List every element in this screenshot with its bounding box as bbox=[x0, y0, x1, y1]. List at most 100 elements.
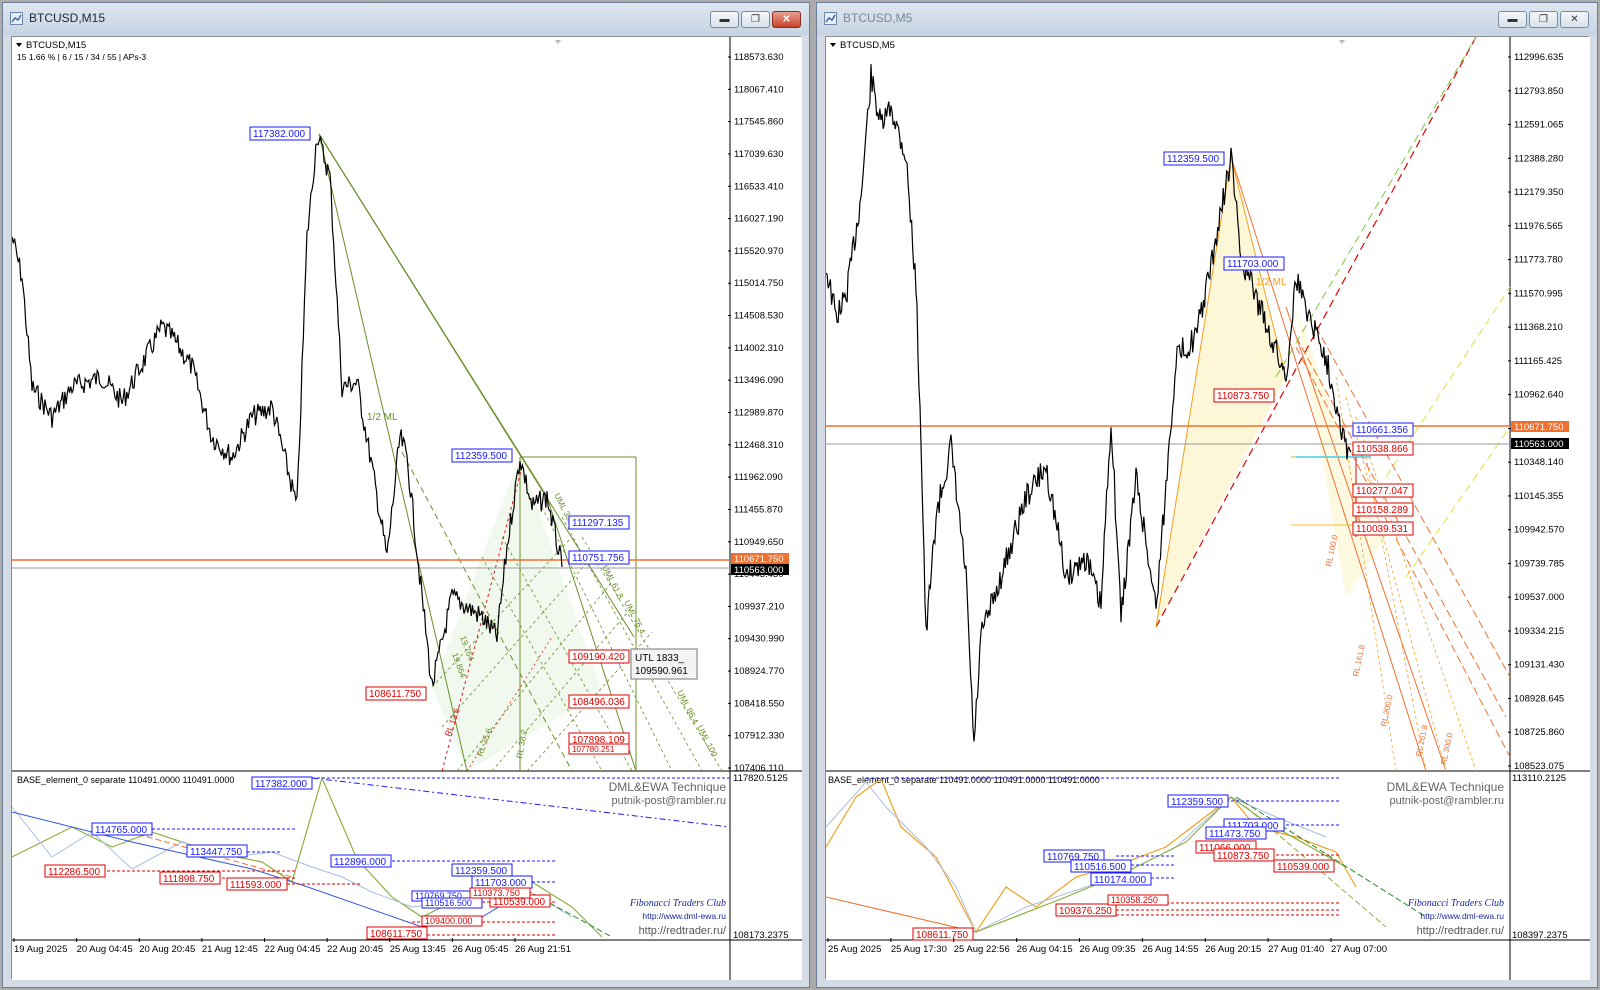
svg-text:109590.961: 109590.961 bbox=[635, 666, 688, 677]
time-axis-label: 22 Aug 20:45 bbox=[327, 944, 383, 955]
svg-text:111593.000: 111593.000 bbox=[230, 880, 282, 891]
price-scale-label: 112996.635 bbox=[1514, 52, 1564, 63]
price-scale-label: 109739.785 bbox=[1514, 558, 1564, 569]
price-scale-label: 110348.140 bbox=[1514, 457, 1564, 468]
svg-text:109190.420: 109190.420 bbox=[572, 652, 625, 663]
chart-area[interactable]: BTCUSD,M5 1/2 ML RL 161.8 RL 200.0 RL 26… bbox=[825, 36, 1590, 980]
price-scale-label: 118067.410 bbox=[734, 84, 784, 95]
restore-icon: ❐ bbox=[1539, 14, 1548, 25]
subwindow-label: BASE_element_0 separate 110491.0000 1104… bbox=[17, 775, 234, 785]
svg-text:108611.750: 108611.750 bbox=[369, 689, 422, 700]
chart-symbol-label: BTCUSD,M15 bbox=[26, 40, 86, 51]
price-scale-label: 112591.065 bbox=[1514, 120, 1564, 131]
svg-text:111473.750: 111473.750 bbox=[1209, 829, 1261, 840]
time-axis-label: 22 Aug 04:45 bbox=[265, 944, 321, 955]
time-axis-label: 27 Aug 01:40 bbox=[1268, 944, 1324, 955]
brand-link-1[interactable]: http://www.dml-ewa.ru bbox=[1420, 911, 1504, 921]
svg-text:110373.750: 110373.750 bbox=[473, 888, 520, 898]
price-scale-label: 114002.310 bbox=[734, 343, 784, 354]
brand-email: putnik-post@rambler.ru bbox=[612, 795, 727, 807]
sub-scale-bottom: 108397.2375 bbox=[1512, 930, 1567, 941]
bid-price-text: 110671.750 bbox=[1514, 422, 1564, 433]
svg-text:112359.500: 112359.500 bbox=[1171, 797, 1224, 808]
sub-scale-bottom: 108173.2375 bbox=[733, 930, 788, 941]
minimize-button[interactable]: ▬ bbox=[710, 11, 739, 28]
price-scale-label: 116027.190 bbox=[734, 214, 784, 225]
brand-link-2[interactable]: http://redtrader.ru/ bbox=[639, 925, 727, 937]
price-scale-label: 116533.410 bbox=[734, 181, 784, 192]
svg-text:110039.531: 110039.531 bbox=[1356, 524, 1409, 535]
svg-text:110539.000: 110539.000 bbox=[493, 897, 546, 908]
close-icon: ✕ bbox=[782, 14, 791, 25]
brand-link-1[interactable]: http://www.dml-ewa.ru bbox=[642, 911, 726, 921]
brand-title: DML&EWA Technique bbox=[1387, 780, 1505, 794]
maximize-button[interactable]: ❐ bbox=[741, 11, 770, 28]
minimize-button[interactable]: ▬ bbox=[1498, 11, 1527, 28]
close-button[interactable]: ✕ bbox=[772, 11, 801, 28]
time-axis-label: 20 Aug 04:45 bbox=[77, 944, 133, 955]
price-scale-label: 109430.990 bbox=[734, 634, 784, 645]
svg-text:111297.135: 111297.135 bbox=[572, 518, 624, 529]
price-scale-label: 115520.970 bbox=[734, 246, 784, 257]
svg-text:110751.756: 110751.756 bbox=[572, 553, 625, 564]
price-scale-label: 111976.565 bbox=[1514, 221, 1563, 232]
brand-club: Fibonacci Traders Club bbox=[1407, 898, 1504, 909]
svg-text:112359.500: 112359.500 bbox=[455, 866, 508, 877]
ask-price-text: 110563.000 bbox=[734, 565, 784, 576]
close-button[interactable]: ✕ bbox=[1560, 11, 1589, 28]
price-scale-label: 111455.870 bbox=[734, 504, 783, 515]
svg-text:112359.500: 112359.500 bbox=[1167, 154, 1220, 165]
svg-text:108611.750: 108611.750 bbox=[916, 930, 969, 941]
price-scale-label: 111165.425 bbox=[1514, 356, 1562, 367]
minimize-icon: ▬ bbox=[719, 14, 730, 25]
price-scale-label: 117545.860 bbox=[734, 117, 784, 128]
price-scale-label: 108924.770 bbox=[734, 666, 784, 677]
svg-text:114765.000: 114765.000 bbox=[95, 825, 148, 836]
time-axis-label: 20 Aug 20:45 bbox=[139, 944, 195, 955]
price-scale-label: 110949.650 bbox=[734, 537, 784, 548]
maximize-button[interactable]: ❐ bbox=[1529, 11, 1558, 28]
price-scale-label: 110145.355 bbox=[1514, 491, 1564, 502]
price-scale-label: 110962.640 bbox=[1514, 390, 1564, 401]
svg-text:1/2 ML: 1/2 ML bbox=[1256, 277, 1287, 288]
price-chart-m15[interactable]: BTCUSD,M15 15 1.66 % | 6 / 15 / 34 / 55 … bbox=[12, 37, 802, 980]
time-axis-label: 21 Aug 12:45 bbox=[202, 944, 258, 955]
window-titlebar[interactable]: BTCUSD,M5 ▬ ❐ ✕ bbox=[817, 3, 1597, 35]
price-scale-label: 111773.780 bbox=[1514, 255, 1563, 266]
price-scale-label: 117039.630 bbox=[734, 149, 784, 160]
svg-text:109376.250: 109376.250 bbox=[1059, 906, 1112, 917]
svg-text:110661.356: 110661.356 bbox=[1356, 425, 1409, 436]
svg-text:112286.500: 112286.500 bbox=[48, 867, 101, 878]
price-scale-label: 114508.530 bbox=[734, 311, 784, 322]
chart-window-m15[interactable]: BTCUSD,M15 ▬ ❐ ✕ BTCUSD,M15 15 1.66 % | … bbox=[2, 2, 810, 988]
restore-icon: ❐ bbox=[751, 14, 760, 25]
svg-text:109400.000: 109400.000 bbox=[425, 916, 473, 926]
brand-email: putnik-post@rambler.ru bbox=[1390, 795, 1505, 807]
chart-area[interactable]: BTCUSD,M15 15 1.66 % | 6 / 15 / 34 / 55 … bbox=[11, 36, 802, 980]
price-scale-label: 118573.630 bbox=[734, 52, 784, 63]
chart-window-m5[interactable]: BTCUSD,M5 ▬ ❐ ✕ BTCUSD,M5 1/2 ML RL 161.… bbox=[816, 2, 1598, 988]
time-axis-label: 26 Aug 14:55 bbox=[1142, 944, 1198, 955]
price-chart-m5[interactable]: BTCUSD,M5 1/2 ML RL 161.8 RL 200.0 RL 26… bbox=[826, 37, 1590, 980]
svg-text:110873.750: 110873.750 bbox=[1217, 851, 1270, 862]
brand-club: Fibonacci Traders Club bbox=[629, 898, 726, 909]
time-axis-label: 26 Aug 04:15 bbox=[1017, 944, 1073, 955]
price-scale-label: 108725.860 bbox=[1514, 727, 1564, 738]
svg-text:110158.289: 110158.289 bbox=[1356, 505, 1409, 516]
close-icon: ✕ bbox=[1570, 14, 1579, 25]
time-axis-label: 25 Aug 13:45 bbox=[390, 944, 446, 955]
svg-text:117382.000: 117382.000 bbox=[255, 779, 308, 790]
svg-text:113447.750: 113447.750 bbox=[190, 847, 243, 858]
price-scale-label: 112989.870 bbox=[734, 408, 784, 419]
time-axis-label: 25 Aug 2025 bbox=[828, 944, 881, 955]
svg-text:111898.750: 111898.750 bbox=[163, 874, 215, 885]
time-axis-label: 25 Aug 22:56 bbox=[954, 944, 1010, 955]
price-scale-label: 113496.090 bbox=[734, 375, 784, 386]
svg-text:108611.750: 108611.750 bbox=[370, 929, 423, 940]
minimize-icon: ▬ bbox=[1507, 14, 1518, 25]
window-titlebar[interactable]: BTCUSD,M15 ▬ ❐ ✕ bbox=[3, 3, 809, 35]
svg-text:112896.000: 112896.000 bbox=[334, 857, 387, 868]
chart-symbol-label: BTCUSD,M5 bbox=[840, 40, 895, 51]
brand-link-2[interactable]: http://redtrader.ru/ bbox=[1417, 925, 1505, 937]
brand-title: DML&EWA Technique bbox=[609, 780, 727, 794]
